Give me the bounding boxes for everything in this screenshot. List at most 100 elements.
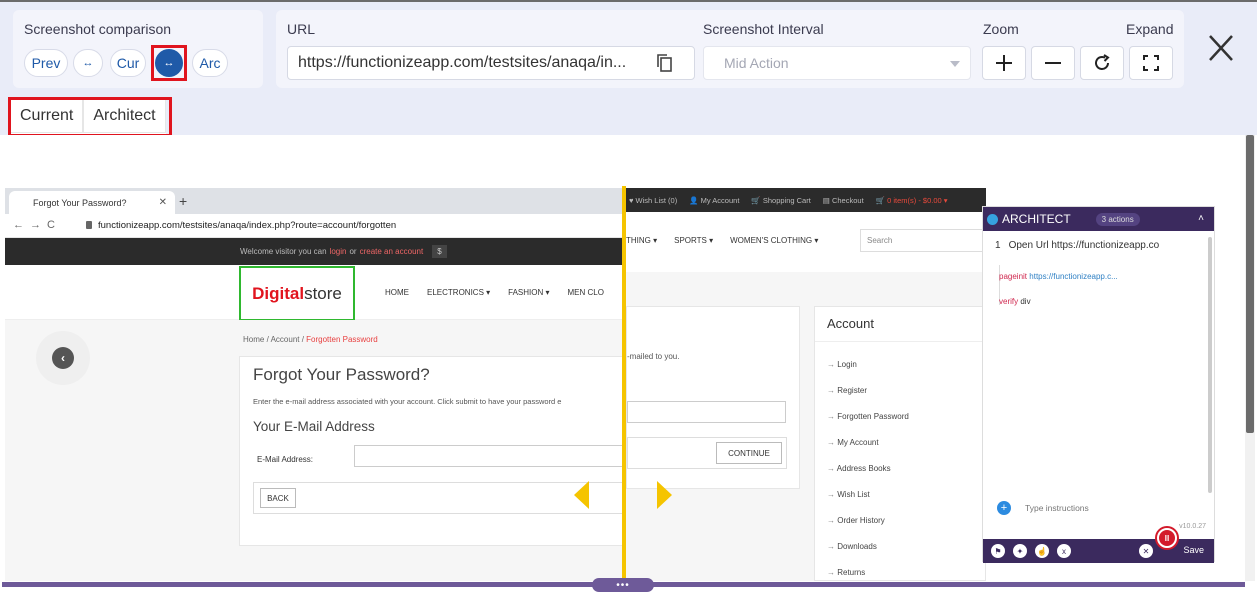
browser-tabbar: Forgot Your Password? ✕ + [5,188,623,214]
browser-address-bar: ←→C functionizeapp.com/testsites/anaqa/i… [5,214,623,238]
divider-left-arrow-icon[interactable] [574,481,589,509]
refresh-icon [1095,54,1110,70]
expand-label: Expand [1126,21,1174,37]
login-link: login [329,247,347,256]
substep-pageinit[interactable]: pageinit https://functionizeapp.c... [999,272,1118,281]
architect-button-row: CONTINUE [627,437,787,469]
save-button[interactable]: Save [1183,545,1204,555]
or-text: or [349,247,357,256]
url-field[interactable]: https://functionizeapp.com/testsites/ana… [287,46,695,80]
account-link-register: Register [827,386,909,412]
site-logo: Digital store [239,266,355,321]
interval-label: Screenshot Interval [703,21,824,37]
account-link-order-history: Order History [827,516,909,542]
zoom-in-button[interactable] [982,46,1026,80]
copy-icon[interactable] [655,53,675,73]
lock-icon [86,221,92,229]
site-menu: HOME ELECTRONICS ▾ FASHION ▾ MEN CLO [385,288,604,297]
browser-tab-title: Forgot Your Password? [33,197,127,208]
browser-nav-icons: ←→C [13,219,61,231]
reset-zoom-button[interactable] [1080,46,1124,80]
interval-select[interactable]: Mid Action [703,46,971,80]
architect-site-topbar: ♥ Wish List (0) 👤 My Account 🛒 Shopping … [626,188,986,212]
breadcrumb-account: Account [270,335,300,344]
divider [815,341,985,342]
instruction-placeholder: Type instructions [1025,503,1089,513]
pause-icon: II [1159,530,1175,546]
browser-url: functionizeapp.com/testsites/anaqa/index… [98,220,397,231]
account-links: Login Register Forgotten Password My Acc… [827,360,909,581]
browser-tab: Forgot Your Password? ✕ [9,191,175,214]
site-topbar: Welcome visitor you can login or create … [5,238,623,265]
stop-icon[interactable]: ✕ [1139,544,1153,558]
welcome-text: Welcome visitor you can [240,247,327,256]
arc-button[interactable]: Arc [192,49,228,77]
breadcrumb: Home / Account / Forgotten Password [243,335,378,344]
step-item[interactable]: 1 Open Url https://functionizeapp.co [995,240,1159,251]
site-search-input: Search [860,229,985,252]
interval-value: Mid Action [724,55,789,71]
section-title: Your E-Mail Address [253,419,375,434]
chevron-down-icon [950,61,960,67]
architect-scrollbar[interactable] [1208,237,1212,493]
current-screenshot: Forgot Your Password? ✕ + ←→C functioniz… [5,188,623,581]
prev-cur-compare-button[interactable]: ↔ [73,49,103,77]
checkout-link: ▤ Checkout [822,195,864,205]
highlight-box [151,45,187,81]
prev-button[interactable]: Prev [24,49,68,77]
bulb-icon[interactable]: ✦ [1013,544,1027,558]
zoom-out-button[interactable] [1031,46,1075,80]
variable-icon[interactable]: x [1057,544,1071,558]
menu-home: HOME [385,288,409,297]
account-link-wish-list: Wish List [827,490,909,516]
previous-screenshot-button[interactable]: ‹ [36,331,90,385]
expand-icon [1143,55,1159,71]
comparison-divider-handle[interactable] [622,186,626,582]
page-title: Forgot Your Password? [253,365,430,384]
close-icon[interactable] [1205,34,1237,62]
cur-button[interactable]: Cur [110,49,146,77]
flag-icon[interactable]: ⚑ [991,544,1005,558]
button-row: BACK [253,482,623,514]
scrollbar-thumb[interactable] [1246,135,1254,433]
url-label: URL [287,21,316,37]
back-button: BACK [260,488,296,508]
menu-clothing: THING ▾ [626,236,658,245]
account-link-address-books: Address Books [827,464,909,490]
account-title: Account [827,316,874,331]
pointer-icon[interactable]: ☝ [1035,544,1049,558]
instruction-input[interactable]: + Type instructions [997,501,1089,515]
substep-value: div [1020,297,1031,306]
comparison-label: Screenshot comparison [24,21,172,37]
substep-verify[interactable]: verify div [999,297,1031,306]
step-number: 1 [995,240,1001,251]
architect-email-field [627,401,786,423]
actions-count-badge: 3 actions [1095,212,1140,226]
divider-right-arrow-icon[interactable] [657,481,672,509]
account-link-forgotten: Forgotten Password [827,412,909,438]
architect-footer: ⚑ ✦ ☝ x ✕ Save [983,539,1214,563]
architect-site-nav: THING ▾ SPORTS ▾ WOMEN'S CLOTHING ▾ Sear… [626,212,986,272]
new-tab-icon: + [179,193,188,209]
menu-electronics: ELECTRONICS ▾ [427,288,491,297]
chevron-up-icon[interactable]: ˄ [1198,213,1204,224]
architect-form-card: -mailed to you. CONTINUE [626,306,800,489]
substep-value: https://functionizeapp.c... [1029,272,1118,281]
add-icon[interactable]: + [997,501,1011,515]
expand-button[interactable] [1129,46,1173,80]
version-text: v10.0.27 [1179,523,1206,530]
vertical-scrollbar[interactable] [1245,135,1255,581]
shopping-cart-link: 🛒 Shopping Cart [751,195,811,205]
logo-mark: Digital [252,283,305,303]
record-pause-button[interactable]: II [1155,526,1179,550]
plus-icon [996,55,1012,71]
menu-womens-clothing: WOMEN'S CLOTHING ▾ [730,236,819,245]
site-body: Home / Account / Forgotten Password Forg… [5,320,623,581]
page-description: Enter the e-mail address associated with… [253,397,562,406]
cart-summary: 🛒 0 item(s) - $0.00 ▾ [875,195,948,205]
menu-sports: SPORTS ▾ [674,236,714,245]
account-link-returns: Returns [827,568,909,581]
resize-grip-icon[interactable]: ••• [592,578,654,592]
step-text: Open Url https://functionizeapp.co [1008,240,1160,251]
architect-site-menu: THING ▾ SPORTS ▾ WOMEN'S CLOTHING ▾ [626,236,818,245]
